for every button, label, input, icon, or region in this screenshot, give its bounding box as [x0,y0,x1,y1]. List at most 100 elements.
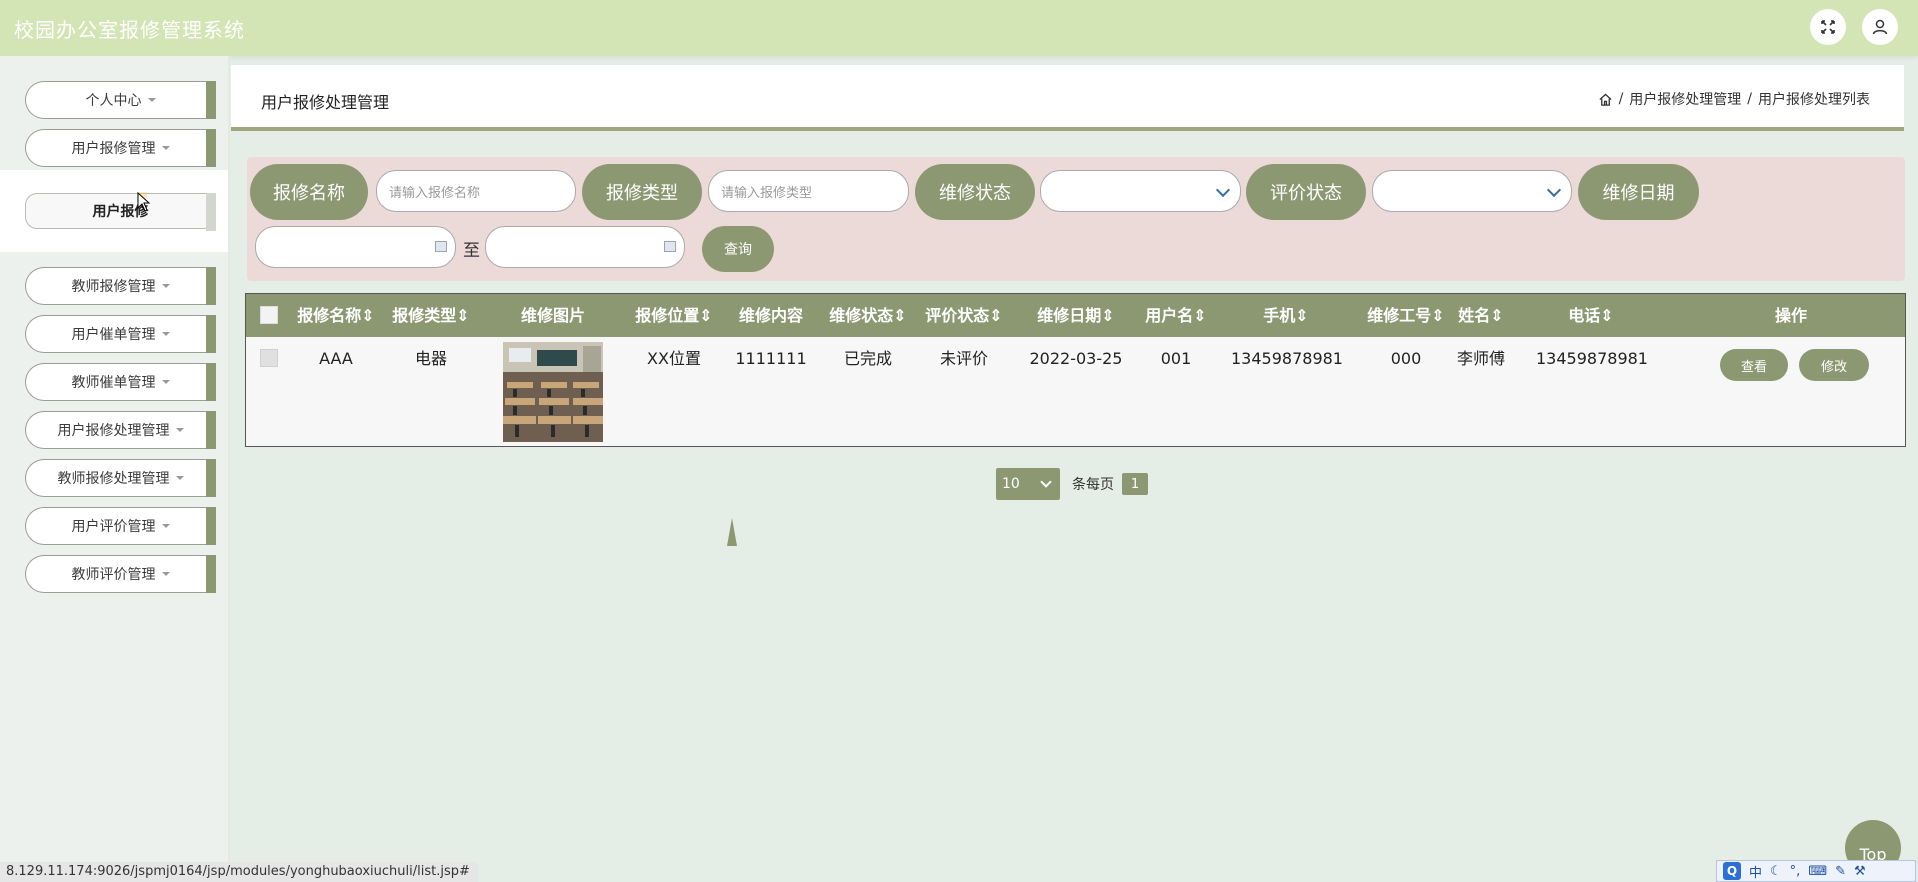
column-header-label: 报修位置 [635,306,700,325]
sidebar-item-user-repair-management[interactable]: 用户报修管理 [25,129,216,167]
sidebar-item-label: 用户催单管理 [71,327,156,343]
column-header-label: 报修类型 [392,306,457,325]
caret-down-icon [175,476,184,480]
classroom-photo-icon [503,342,603,442]
sidebar-item-teacher-repair-processing[interactable]: 教师报修处理管理 [25,459,216,497]
column-header-evaluation-status[interactable]: 评价状态⇕ [924,294,1004,337]
status-bar-url: 8.129.11.174:9026/jspmj0164/jsp/modules/… [0,862,478,882]
repair-date-label: 维修日期 [1578,164,1699,220]
sidebar-item-label: 用户报修管理 [71,141,156,157]
column-header-repair-image: 维修图片 [520,306,585,325]
column-header-label: 电话 [1568,306,1601,325]
cell-repair-content: 1111111 [735,349,807,368]
ime-logo-icon[interactable]: Q [1723,862,1741,880]
sidebar-item-personal-center[interactable]: 个人中心 [25,81,216,119]
caret-down-icon [161,146,170,150]
column-header-repair-date[interactable]: 维修日期⇕ [1036,294,1116,337]
repair-type-label: 报修类型 [582,164,702,220]
cell-repair-date: 2022-03-25 [1029,349,1123,368]
ime-mode[interactable]: 中 [1749,862,1762,881]
row-checkbox[interactable] [260,349,278,367]
column-header-worker-id[interactable]: 维修工号⇕ [1366,294,1446,337]
repair-type-input[interactable]: 请输入报修类型 [708,170,909,212]
breadcrumb-item: 用户报修处理列表 [1758,92,1870,108]
sidebar-item-user-evaluation[interactable]: 用户评价管理 [25,507,216,545]
settings-icon[interactable]: ✎ [1835,864,1846,879]
punctuation-icon[interactable]: °, [1790,864,1801,879]
sidebar-item-label: 教师报修处理管理 [57,471,170,487]
column-header-repair-type[interactable]: 报修类型⇕ [391,294,471,337]
column-header-actions: 操作 [1774,306,1807,325]
tools-icon[interactable]: ⚒ [1854,864,1866,879]
date-range-separator: 至 [463,241,480,261]
column-header-label: 用户名 [1145,306,1194,325]
caret-down-icon [161,332,170,336]
sidebar-item-user-reminder-management[interactable]: 用户催单管理 [25,315,216,353]
caret-down-icon [175,428,184,432]
edit-button[interactable]: 修改 [1799,349,1869,381]
breadcrumb-item[interactable]: 用户报修处理管理 [1629,89,1741,109]
cell-repair-location: XX位置 [647,349,701,368]
select-all-checkbox[interactable] [260,306,278,324]
user-icon[interactable] [1862,9,1898,45]
calendar-icon [435,241,447,252]
repair-status-label: 维修状态 [915,164,1035,220]
caret-down-icon [161,524,170,528]
sidebar-item-label: 教师报修管理 [71,279,156,295]
column-header-repair-content: 维修内容 [738,306,803,325]
page-size-select[interactable]: 10 [996,468,1060,500]
column-header-label: 手机 [1263,306,1296,325]
calendar-icon [664,241,676,252]
column-header-label: 姓名 [1458,306,1491,325]
keyboard-icon[interactable]: ⌨ [1808,864,1827,879]
column-header-label: 维修状态 [829,306,894,325]
cell-username: 001 [1160,349,1192,368]
column-header-repair-status[interactable]: 维修状态⇕ [828,294,908,337]
view-button[interactable]: 查看 [1720,349,1788,381]
cell-repair-type: 电器 [414,349,447,368]
sidebar-item-teacher-evaluation[interactable]: 教师评价管理 [25,555,216,593]
fullscreen-icon[interactable] [1810,9,1846,45]
top-bar: 校园办公室报修管理系统 [0,0,1918,56]
ime-toolbar: Q 中 ☾ °, ⌨ ✎ ⚒ [1716,860,1916,882]
start-date-input[interactable] [255,226,456,268]
cell-worker-id: 000 [1390,349,1422,368]
column-header-worker-name[interactable]: 姓名⇕ [1451,294,1511,337]
repair-name-input[interactable]: 请输入报修名称 [376,170,576,212]
chevron-down-icon [1215,182,1231,198]
app-title: 校园办公室报修管理系统 [14,18,245,42]
sidebar-item-teacher-reminder-management[interactable]: 教师催单管理 [25,363,216,401]
chevron-down-icon [1040,476,1052,488]
table-header: 报修名称⇕ 报修类型⇕ 维修图片 报修位置⇕ 维修内容 维修状态⇕ 评价状态⇕ … [246,294,1905,337]
caret-down-icon [161,380,170,384]
column-header-username[interactable]: 用户名⇕ [1141,294,1211,337]
moon-icon[interactable]: ☾ [1770,864,1782,879]
home-icon[interactable] [1598,92,1613,107]
column-header-label: 报修名称 [297,306,362,325]
sidebar-item-label: 用户评价管理 [71,519,156,535]
sidebar-subitem-user-repair[interactable]: 用户报修 [25,193,216,231]
column-header-repair-location[interactable]: 报修位置⇕ [634,294,714,337]
column-header-mobile[interactable]: 手机⇕ [1246,294,1326,337]
sidebar-item-label: 教师催单管理 [71,375,156,391]
cell-repair-name: AAA [319,349,353,368]
per-page-label: 条每页 [1072,477,1114,493]
caret-down-icon [161,572,170,576]
column-header-label: 维修工号 [1367,306,1432,325]
evaluation-status-select[interactable] [1372,170,1572,212]
cell-repair-status: 已完成 [843,349,892,368]
sidebar-item-teacher-repair-management[interactable]: 教师报修管理 [25,267,216,305]
pagination: 10 条每页 1 [996,468,1148,500]
search-button[interactable]: 查询 [702,226,774,272]
breadcrumb: / 用户报修处理管理 / 用户报修处理列表 [1598,89,1870,109]
sidebar-item-user-repair-processing[interactable]: 用户报修处理管理 [25,411,216,449]
repair-status-select[interactable] [1040,170,1241,212]
caret-down-icon [147,98,156,102]
content-header: 用户报修处理管理 / 用户报修处理管理 / 用户报修处理列表 [231,65,1904,131]
column-header-telephone[interactable]: 电话⇕ [1526,294,1656,337]
repair-image[interactable] [503,342,603,442]
page-number-button[interactable]: 1 [1122,473,1148,495]
end-date-input[interactable] [485,226,685,268]
column-header-repair-name[interactable]: 报修名称⇕ [296,294,376,337]
cell-evaluation-status: 未评价 [939,349,988,368]
